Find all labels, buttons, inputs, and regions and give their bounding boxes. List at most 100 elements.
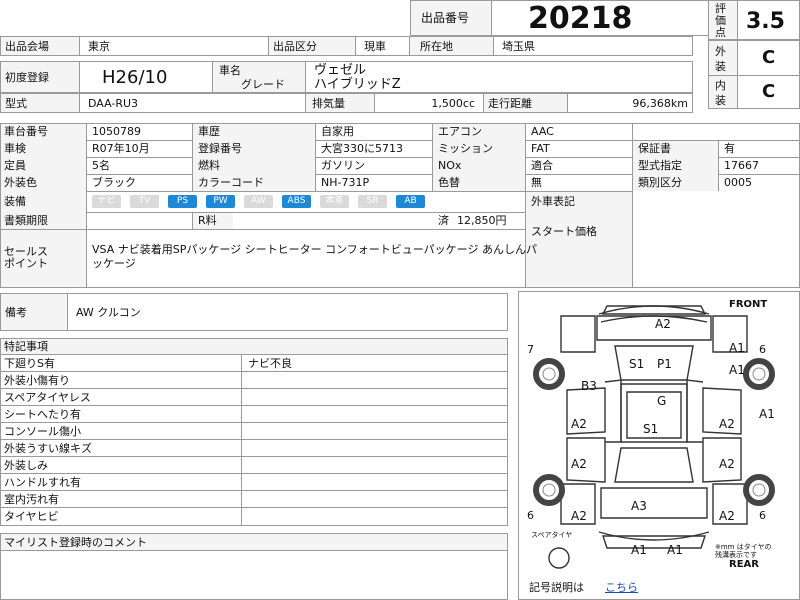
- aircon-label: エアコン: [438, 125, 482, 138]
- mark-front-right-b: A1: [729, 363, 745, 377]
- plate-value: 大宮330に5713: [321, 142, 403, 155]
- special-note-left: コンソール傷小: [4, 425, 81, 438]
- mark-rear-right: A2: [719, 509, 735, 523]
- type-label-cell: 出品区分: [268, 36, 356, 56]
- nox-label: NOx: [438, 159, 462, 172]
- mark-roof-s1: S1: [643, 422, 659, 436]
- equip-badge-pw: PW: [206, 195, 235, 208]
- mark-glass-g: G: [657, 394, 667, 408]
- equip-badge-navi: ナビ: [92, 195, 121, 208]
- recycle-status: 済: [438, 214, 449, 227]
- color-value: ブラック: [92, 176, 136, 189]
- special-notes-label: 特記事項: [4, 340, 48, 353]
- mission-label: ミッション: [438, 142, 493, 155]
- notes-value: AW クルコン: [76, 306, 141, 319]
- grade-label: グレード: [241, 78, 285, 91]
- mileage-cell: 96,368km: [567, 93, 693, 113]
- nox-value: 適合: [531, 159, 553, 172]
- location-value: 埼玉県: [502, 40, 535, 53]
- car-outline: [533, 305, 775, 569]
- special-note-left: シートへたり有: [4, 408, 81, 421]
- inspection-value: R07年10月: [92, 142, 150, 155]
- interior-grade: C: [762, 81, 776, 102]
- lot-number-label-cell: 出品番号: [410, 0, 492, 36]
- car-name-label: 車名: [219, 64, 241, 77]
- exterior-grade: C: [762, 47, 776, 68]
- class-value: 0005: [724, 176, 752, 189]
- legend-link[interactable]: こちら: [605, 582, 638, 593]
- venue-cell: 東京: [79, 36, 269, 56]
- lot-number-label: 出品番号: [421, 11, 470, 25]
- car-name-value: ヴェゼル: [314, 63, 367, 78]
- location-cell: 埼玉県: [493, 36, 693, 56]
- color-code-value: NH-731P: [321, 176, 370, 189]
- score-value: 3.5: [746, 9, 785, 34]
- mark-left-door-rear: A2: [571, 457, 587, 471]
- mark-seat-p1: P1: [657, 357, 672, 371]
- mark-seat-s1: S1: [629, 357, 645, 371]
- equip-badge-abs: ABS: [282, 195, 311, 208]
- car-condition-diagram: FRONT REAR 7 6 6 6 スペアタイヤ ※mm はタイヤの 残溝表示…: [518, 291, 800, 600]
- mark-right-door-front: A2: [719, 417, 735, 431]
- mark-bumper-left: A1: [631, 543, 647, 557]
- chassis-value: 1050789: [92, 125, 141, 138]
- location-label-cell: 所在地: [409, 36, 494, 56]
- mission-value: FAT: [531, 142, 550, 155]
- repaint-label: 色替: [438, 176, 460, 189]
- sales-text-2: ッケージ: [92, 257, 136, 270]
- recycle-label: R料: [198, 214, 217, 227]
- equip-badge-sr: SR: [358, 195, 387, 208]
- notes-cell: AW クルコン: [67, 293, 508, 331]
- displacement-label-cell: 排気量: [305, 93, 375, 113]
- interior-label-cell: 内装: [708, 75, 738, 109]
- capacity-label: 定員: [4, 159, 26, 172]
- type-label: 出品区分: [273, 40, 317, 53]
- fuel-label: 燃料: [198, 159, 220, 172]
- warranty-value: 有: [724, 142, 735, 155]
- lot-number-cell: 20218: [491, 0, 709, 36]
- legend-label: 記号説明は: [529, 581, 584, 594]
- mark-left-door-front: A2: [571, 417, 587, 431]
- mark-right-door-rear: A2: [719, 457, 735, 471]
- model-cell: DAA-RU3: [79, 93, 306, 113]
- repaint-value: 無: [531, 176, 542, 189]
- displacement-cell: 1,500cc: [374, 93, 484, 113]
- equip-badge-leather: 本革: [320, 195, 349, 208]
- displacement-label: 排気量: [312, 97, 345, 110]
- special-note-left: 外装うすい線キズ: [4, 442, 92, 455]
- first-reg-label: 初度登録: [5, 71, 49, 84]
- first-reg-label-cell: 初度登録: [0, 61, 80, 93]
- class-label: 類別区分: [638, 176, 682, 189]
- type-cert-value: 17667: [724, 159, 759, 172]
- type-cell: 現車: [355, 36, 410, 56]
- mylist-comment-label: マイリスト登録時のコメント: [4, 536, 147, 549]
- recycle-amount: 12,850円: [457, 214, 507, 227]
- car-name-cell: ヴェゼル ハイブリッドZ: [305, 61, 693, 93]
- warranty-label: 保証書: [638, 142, 671, 155]
- tire-note-2: 残溝表示です: [715, 551, 757, 559]
- equipment-label: 装備: [4, 195, 26, 208]
- docs-label: 書類期限: [4, 214, 48, 227]
- equip-badge-aw: AW: [244, 195, 273, 208]
- type-value: 現車: [364, 40, 386, 53]
- car-name-label-cell: 車名 グレード: [212, 61, 306, 93]
- venue-label-cell: 出品会場: [0, 36, 80, 56]
- special-note-left: ハンドルすれ有: [4, 476, 81, 489]
- exterior-grade-cell: C: [737, 40, 800, 76]
- score-label: 評価点: [715, 2, 726, 39]
- spare-tire-label: スペアタイヤ: [531, 531, 573, 539]
- history-value: 自家用: [321, 125, 354, 138]
- special-note-left: 外装小傷有り: [4, 374, 70, 387]
- mark-right-side: A1: [759, 407, 775, 421]
- lot-number: 20218: [528, 1, 633, 36]
- tire-rr-depth: 6: [759, 509, 766, 522]
- interior-label: 内装: [715, 79, 726, 107]
- equip-badge-ps: PS: [168, 195, 197, 208]
- mileage-label-cell: 走行距離: [483, 93, 568, 113]
- plate-label: 登録番号: [198, 142, 242, 155]
- special-note-right: ナビ不良: [248, 357, 292, 370]
- foreign-label: 外車表記: [531, 195, 575, 208]
- aircon-value: AAC: [531, 125, 554, 138]
- venue-value: 東京: [88, 40, 110, 53]
- mark-front-right-a: A1: [729, 341, 745, 355]
